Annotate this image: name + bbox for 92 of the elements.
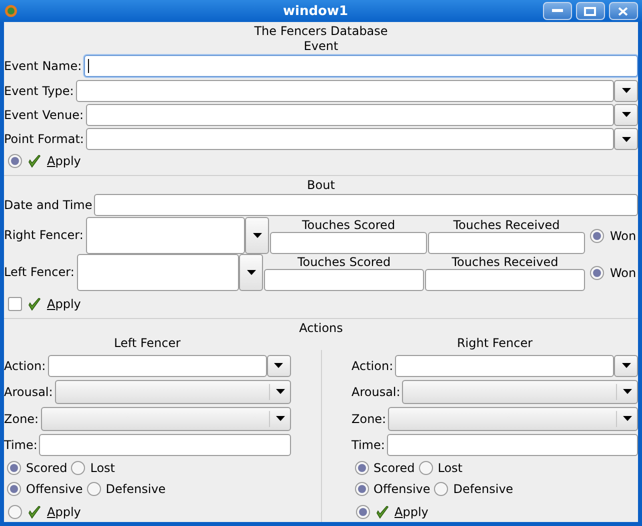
dropdown-field[interactable] — [402, 380, 638, 404]
dropdown-field[interactable] — [388, 406, 638, 431]
field-label: Event Type: — [4, 84, 75, 98]
field-label: Event Venue: — [4, 108, 84, 122]
dropdown-arrow-icon — [622, 363, 630, 368]
apply-radio[interactable] — [356, 505, 370, 520]
field-label: Right Fencer: — [4, 228, 84, 242]
close-button[interactable] — [608, 2, 638, 20]
close-icon — [618, 6, 628, 16]
field-label: Point Format: — [4, 132, 85, 146]
dropdown-arrow-icon — [252, 232, 262, 238]
combo-field[interactable] — [48, 354, 266, 377]
option-radio[interactable]: Defensive — [86, 482, 166, 496]
column-label: Touches Scored — [300, 218, 396, 232]
dropdown-button[interactable] — [614, 80, 638, 102]
column-title: Left Fencer — [112, 336, 182, 352]
fencer-combo-field[interactable] — [86, 216, 245, 254]
fencer-combo-field[interactable] — [77, 254, 239, 291]
dropdown-button[interactable] — [614, 104, 638, 126]
dropdown-arrow-icon — [622, 136, 630, 142]
combo-field[interactable] — [76, 80, 614, 102]
won-radio[interactable]: Won — [586, 224, 638, 248]
option-radio[interactable]: Offensive — [354, 482, 430, 496]
field-label: Action: — [352, 358, 394, 373]
dropdown-arrow-icon — [276, 416, 284, 422]
minimize-icon — [552, 9, 563, 13]
dropdown-arrow-icon — [623, 389, 632, 394]
app-heading: The Fencers Database — [253, 24, 389, 39]
field-label: Time: — [352, 438, 386, 452]
field-label: Event Name: — [4, 59, 83, 74]
section-title: Event — [302, 39, 340, 54]
checkmark-icon — [376, 506, 388, 519]
dropdown-arrow-icon — [274, 363, 283, 368]
dropdown-arrow-icon — [622, 88, 630, 94]
dropdown-button[interactable] — [266, 354, 290, 377]
apply-toggle[interactable]: Apply — [4, 152, 638, 172]
section-title: Bout — [306, 178, 336, 194]
combo-field[interactable] — [86, 104, 614, 126]
apply-toggle[interactable]: Apply — [4, 502, 290, 522]
maximize-icon — [584, 6, 596, 16]
column-label: Touches Scored — [296, 254, 392, 269]
text-field[interactable] — [39, 434, 290, 456]
apply-checkbox[interactable] — [8, 297, 22, 312]
dropdown-button[interactable] — [614, 128, 638, 150]
touches-scored-field[interactable] — [264, 268, 424, 291]
touches-received-field[interactable] — [425, 268, 585, 291]
combo-field[interactable] — [395, 354, 614, 377]
column-label: Touches Received — [450, 254, 560, 269]
option-radio[interactable]: Lost — [71, 460, 116, 475]
window-title: window1 — [282, 4, 348, 18]
dropdown-arrow-icon — [246, 270, 256, 275]
minimize-button[interactable] — [542, 2, 572, 20]
field-label: Time: — [4, 438, 38, 452]
won-radio[interactable]: Won — [586, 260, 638, 285]
dropdown-field[interactable] — [54, 380, 290, 404]
option-radio[interactable]: Scored — [354, 460, 415, 475]
section-title: Actions — [298, 321, 344, 336]
option-radio[interactable]: Offensive — [7, 482, 83, 496]
field-label: Date and Time — [4, 198, 94, 212]
text-field[interactable] — [84, 55, 638, 78]
option-radio[interactable]: Scored — [7, 460, 68, 475]
dropdown-button[interactable] — [239, 254, 263, 291]
apply-radio[interactable] — [8, 505, 22, 520]
text-field[interactable] — [386, 434, 638, 456]
dropdown-button[interactable] — [245, 216, 269, 254]
touches-scored-field[interactable] — [270, 232, 427, 254]
dropdown-field[interactable] — [40, 406, 290, 431]
option-radio[interactable]: Lost — [418, 460, 463, 475]
maximize-button[interactable] — [576, 2, 605, 20]
field-label: Zone: — [352, 412, 388, 426]
field-label: Arousal: — [352, 384, 402, 399]
dropdown-arrow-icon — [622, 112, 630, 118]
touches-received-field[interactable] — [428, 232, 585, 254]
field-label: Left Fencer: — [4, 265, 76, 280]
column-title: Right Fencer — [456, 336, 534, 352]
option-radio[interactable]: Defensive — [434, 482, 514, 496]
dropdown-arrow-icon — [276, 389, 284, 394]
apply-toggle[interactable]: Apply — [352, 502, 638, 522]
checkmark-icon — [28, 298, 41, 311]
date-time-field[interactable] — [94, 194, 638, 216]
apply-toggle[interactable]: Apply — [4, 294, 638, 314]
dropdown-button[interactable] — [614, 354, 638, 377]
column-label: Touches Received — [452, 218, 561, 232]
combo-field[interactable] — [86, 128, 614, 150]
app-icon — [4, 4, 18, 18]
apply-radio[interactable] — [8, 154, 22, 168]
checkmark-icon — [28, 506, 41, 519]
field-label: Action: — [4, 358, 47, 373]
field-label: Zone: — [4, 412, 40, 426]
checkmark-icon — [28, 154, 41, 168]
field-label: Arousal: — [4, 384, 54, 399]
dropdown-arrow-icon — [623, 416, 632, 422]
